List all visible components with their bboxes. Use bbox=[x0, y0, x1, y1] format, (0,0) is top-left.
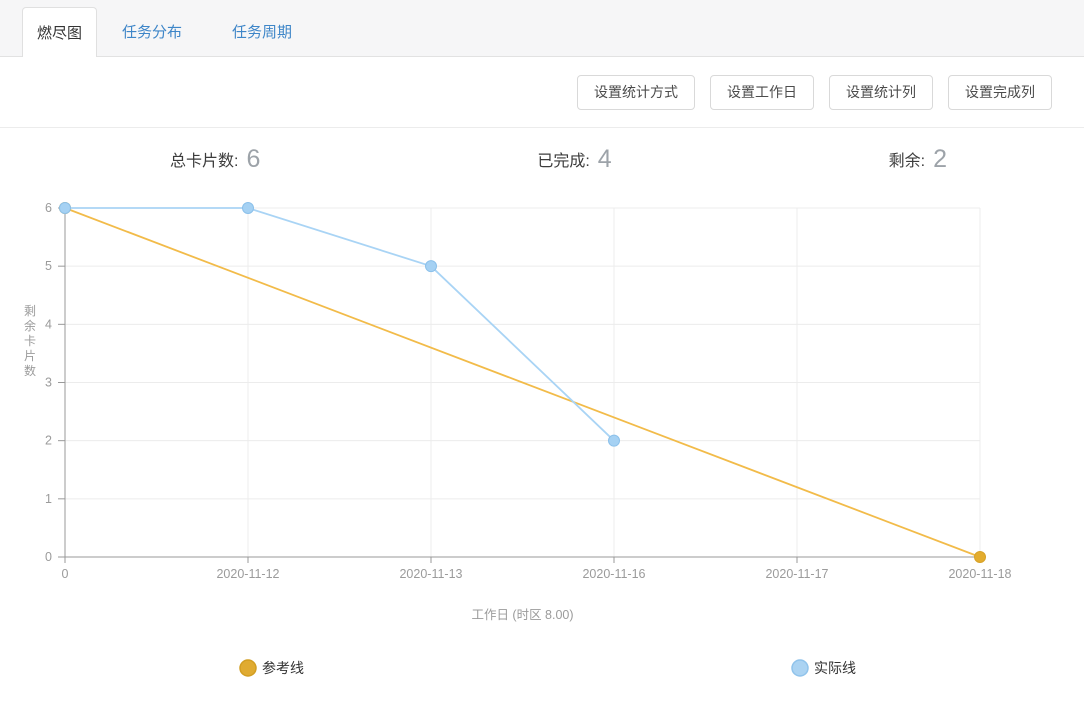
burndown-chart: 0 1 2 3 4 5 6 0 2020-11-12 2020-11-13 2020-11-16 20… bbox=[24, 201, 1012, 677]
stat-remaining-label: 剩余: bbox=[888, 153, 926, 170]
burndown-chart-area: 0 1 2 3 4 5 6 0 2020-11-12 2020-11-13 2020-11-16 20… bbox=[0, 190, 1084, 710]
set-workday-button[interactable]: 设置工作日 bbox=[710, 74, 814, 110]
set-statistic-method-button[interactable]: 设置统计方式 bbox=[577, 74, 695, 110]
data-point-reference[interactable] bbox=[974, 551, 986, 563]
data-point-actual[interactable] bbox=[608, 434, 620, 447]
data-point-actual[interactable] bbox=[425, 260, 437, 273]
summary-stats-row: 总卡片数: 6 已完成: 4 剩余: 2 bbox=[0, 128, 1084, 190]
x-tick-label: 2020-11-13 bbox=[399, 567, 462, 581]
stat-completed-value: 4 bbox=[597, 144, 612, 173]
legend-marker-actual[interactable] bbox=[791, 659, 809, 677]
y-tick-label: 1 bbox=[45, 492, 52, 506]
x-tick-label: 0 bbox=[62, 567, 69, 581]
y-axis-title: 剩余卡片数 bbox=[24, 304, 36, 378]
legend-label-reference[interactable]: 参考线 bbox=[262, 660, 304, 676]
set-complete-column-button[interactable]: 设置完成列 bbox=[948, 74, 1052, 110]
x-tick-label: 2020-11-16 bbox=[582, 567, 645, 581]
stat-completed-label: 已完成: bbox=[537, 153, 590, 170]
stat-total-cards-label: 总卡片数: bbox=[170, 153, 239, 170]
tab-bar: 燃尽图 任务分布 任务周期 bbox=[0, 0, 1084, 57]
y-tick-label: 0 bbox=[45, 550, 52, 564]
data-point-actual[interactable] bbox=[59, 202, 71, 214]
stat-total-cards-value: 6 bbox=[246, 144, 261, 173]
y-tick-label: 6 bbox=[45, 201, 52, 215]
stat-completed: 已完成: 4 bbox=[537, 145, 611, 174]
stat-total-cards: 总卡片数: 6 bbox=[170, 145, 260, 174]
tab-task-distribution[interactable]: 任务分布 bbox=[97, 6, 207, 56]
legend-marker-reference[interactable] bbox=[239, 659, 257, 677]
set-statistic-column-button[interactable]: 设置统计列 bbox=[829, 74, 933, 110]
tab-burndown-chart[interactable]: 燃尽图 bbox=[22, 7, 97, 57]
x-tick-label: 2020-11-17 bbox=[765, 567, 828, 581]
legend-label-actual[interactable]: 实际线 bbox=[814, 660, 856, 676]
settings-toolbar: 设置统计方式 设置工作日 设置统计列 设置完成列 bbox=[0, 57, 1084, 128]
data-point-actual[interactable] bbox=[242, 202, 254, 214]
x-tick-label: 2020-11-12 bbox=[216, 567, 279, 581]
x-tick-label: 2020-11-18 bbox=[948, 567, 1011, 581]
tab-task-cycle[interactable]: 任务周期 bbox=[207, 6, 317, 56]
stat-remaining: 剩余: 2 bbox=[889, 145, 947, 174]
x-axis-title: 工作日 (时区 8.00) bbox=[471, 608, 573, 622]
y-tick-label: 3 bbox=[45, 376, 52, 390]
stat-remaining-value: 2 bbox=[933, 144, 947, 173]
y-tick-label: 5 bbox=[45, 259, 52, 273]
y-tick-label: 2 bbox=[45, 434, 52, 448]
y-tick-label: 4 bbox=[45, 317, 52, 331]
